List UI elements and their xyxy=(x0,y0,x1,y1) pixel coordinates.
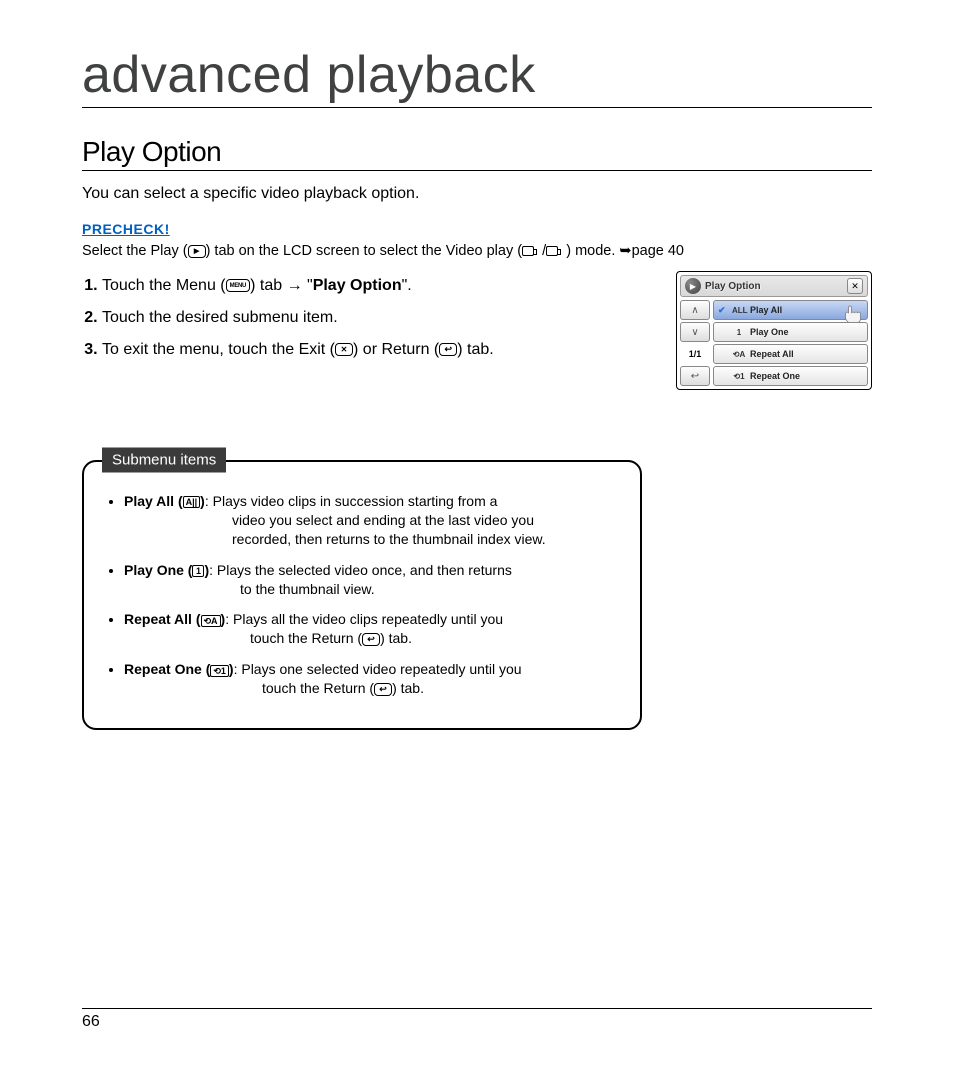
lcd-item-play-all[interactable]: ✔ ALL Play All xyxy=(713,300,868,320)
step-1-text-d: ". xyxy=(402,277,412,294)
precheck-text-2: ) tab on the LCD screen to select the Vi… xyxy=(206,243,523,259)
submenu-box: Submenu items Play All (A||): Plays vide… xyxy=(82,460,642,730)
steps-list: Touch the Menu (MENU) tab → "Play Option… xyxy=(82,277,646,373)
step-1-bold: Play Option xyxy=(313,277,402,294)
submenu-item-play-all: Play All (A||): Plays video clips in suc… xyxy=(124,492,622,549)
repeat-all-glyph-icon: ⟲A xyxy=(201,615,221,627)
precheck-label: PRECHECK! xyxy=(82,221,170,237)
lcd-item-play-one[interactable]: 1 Play One xyxy=(713,322,868,342)
submenu-item-play-one: Play One (1): Plays the selected video o… xyxy=(124,561,622,599)
term-text: Repeat One ( xyxy=(124,661,210,677)
lcd-item-label: Repeat One xyxy=(750,371,800,381)
desc-part: touch the Return ( xyxy=(250,630,362,646)
lcd-item-repeat-all[interactable]: ⟲A Repeat All xyxy=(713,344,868,364)
lcd-header-icon: ▶ xyxy=(685,278,701,294)
desc-part: touch the Return ( xyxy=(262,680,374,696)
lcd-up-button[interactable]: ∧ xyxy=(680,300,710,320)
desc-part: ) tab. xyxy=(380,630,412,646)
step-1: Touch the Menu (MENU) tab → "Play Option… xyxy=(102,277,646,295)
repeat-one-mini-icon: ⟲1 xyxy=(732,372,746,381)
lcd-title: Play Option xyxy=(705,281,843,292)
term-text: Play One ( xyxy=(124,562,192,578)
play-tab-icon xyxy=(188,245,206,258)
repeat-all-mini-icon: ⟲A xyxy=(732,350,746,359)
lcd-close-button[interactable]: ✕ xyxy=(847,278,863,294)
desc-first: : Plays one selected video repeatedly un… xyxy=(234,661,522,677)
video-sd-icon xyxy=(546,246,558,256)
step-2: Touch the desired submenu item. xyxy=(102,309,646,327)
submenu-item-repeat-one: Repeat One (⟲1): Plays one selected vide… xyxy=(124,660,622,698)
submenu-item-repeat-all: Repeat All (⟲A): Plays all the video cli… xyxy=(124,610,622,648)
exit-tab-icon xyxy=(335,343,353,356)
term-text: Play All ( xyxy=(124,493,183,509)
precheck-block: PRECHECK! Select the Play ( ) tab on the … xyxy=(82,221,872,259)
desc-part: ) tab. xyxy=(392,680,424,696)
step-1-text-c: " xyxy=(303,277,313,294)
return-tab-icon xyxy=(439,343,457,356)
play-one-glyph-icon: 1 xyxy=(192,565,204,577)
desc-line: recorded, then returns to the thumbnail … xyxy=(124,530,622,549)
video-hd-icon xyxy=(522,246,534,256)
lcd-screenshot: ▶ Play Option ✕ ∧ ∨ 1/1 ↩ ✔ ALL Play All xyxy=(676,271,872,390)
lcd-item-label: Repeat All xyxy=(750,349,794,359)
step-3-text-c: ) tab. xyxy=(457,341,493,358)
lcd-page-indicator: 1/1 xyxy=(680,344,710,364)
menu-tab-icon: MENU xyxy=(226,279,250,292)
desc-line: video you select and ending at the last … xyxy=(124,511,622,530)
precheck-text-3: ) mode. xyxy=(566,243,619,259)
step-3: To exit the menu, touch the Exit ( ) or R… xyxy=(102,341,646,359)
arrow-link-icon: ➥ xyxy=(619,243,631,259)
desc-line: to the thumbnail view. xyxy=(124,580,622,599)
page-number: 66 xyxy=(82,1008,872,1031)
lcd-item-label: Play One xyxy=(750,327,789,337)
desc-first: : Plays the selected video once, and the… xyxy=(209,562,512,578)
play-all-mini-icon: ALL xyxy=(732,306,746,315)
arrow-right-icon: → xyxy=(287,277,303,294)
chapter-title: advanced playback xyxy=(82,45,872,108)
lcd-item-repeat-one[interactable]: ⟲1 Repeat One xyxy=(713,366,868,386)
step-3-text-b: ) or Return ( xyxy=(353,341,439,358)
desc-line: touch the Return ( ) tab. xyxy=(124,679,622,698)
play-one-mini-icon: 1 xyxy=(732,328,746,337)
lcd-return-button[interactable]: ↩ xyxy=(680,366,710,386)
return-tab-icon xyxy=(362,633,380,646)
step-1-text-a: Touch the Menu ( xyxy=(102,277,226,294)
return-tab-icon xyxy=(374,683,392,696)
check-icon: ✔ xyxy=(718,305,728,316)
play-all-glyph-icon: A|| xyxy=(183,496,201,508)
precheck-text-1: Select the Play ( xyxy=(82,243,188,259)
lcd-down-button[interactable]: ∨ xyxy=(680,322,710,342)
step-3-text-a: To exit the menu, touch the Exit ( xyxy=(102,341,335,358)
step-1-text-b: ) tab xyxy=(250,277,286,294)
lcd-item-label: Play All xyxy=(750,305,782,315)
desc-first: : Plays all the video clips repeatedly u… xyxy=(225,611,503,627)
submenu-heading: Submenu items xyxy=(102,448,226,473)
repeat-one-glyph-icon: ⟲1 xyxy=(210,665,229,677)
section-title: Play Option xyxy=(82,136,872,171)
term-text: Repeat All ( xyxy=(124,611,201,627)
lcd-header: ▶ Play Option ✕ xyxy=(680,275,868,297)
precheck-page-ref: page 40 xyxy=(632,243,684,259)
desc-first: : Plays video clips in succession starti… xyxy=(205,493,498,509)
desc-line: touch the Return ( ) tab. xyxy=(124,629,622,648)
intro-text: You can select a specific video playback… xyxy=(82,185,872,203)
